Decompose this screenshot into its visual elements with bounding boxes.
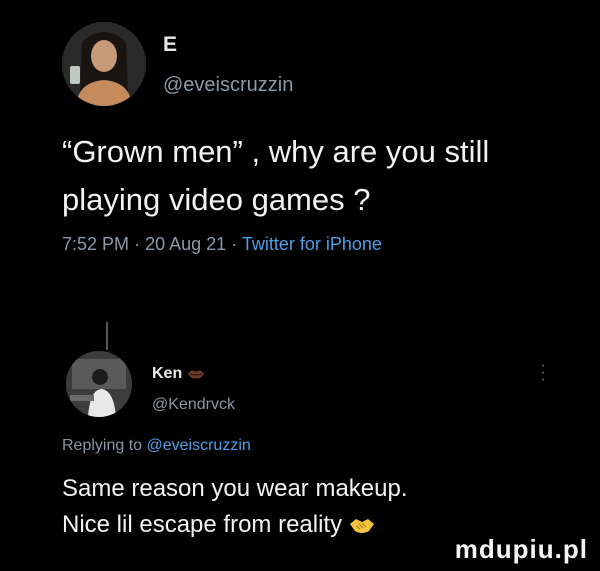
tweet-author-name[interactable]: E [163, 33, 177, 57]
reply-text-line: Same reason you wear makeup. [62, 475, 408, 502]
reply-author-avatar[interactable] [66, 351, 132, 417]
reply-text-line-content: Nice lil escape from reality [62, 511, 343, 538]
more-options-icon[interactable]: · · · [540, 358, 546, 388]
thread-connector-line [106, 322, 108, 350]
lips-emoji-icon [187, 370, 204, 379]
tweet-time[interactable]: 7:52 PM [62, 234, 129, 254]
replying-to-label: Replying to @eveiscruzzin [62, 437, 251, 455]
handshake-emoji-icon [349, 518, 374, 533]
avatar-photo [62, 22, 146, 106]
meta-separator: · [134, 234, 141, 254]
avatar-photo [66, 351, 132, 417]
tweet-author-handle[interactable]: @eveiscruzzin [163, 74, 293, 97]
reply-author-name[interactable]: Ken [152, 365, 205, 383]
tweet-client[interactable]: Twitter for iPhone [242, 234, 382, 254]
meta-separator: · [231, 234, 238, 254]
replying-to-prefix: Replying to [62, 437, 143, 454]
reply-text: Same reason you wear makeup. Nice lil es… [62, 471, 582, 543]
reply-author-name-text: Ken [152, 365, 183, 382]
replying-to-mention[interactable]: @eveiscruzzin [147, 437, 251, 454]
tweet-date[interactable]: 20 Aug 21 [145, 234, 226, 254]
tweet-metadata: 7:52 PM · 20 Aug 21 · Twitter for iPhone [62, 234, 382, 255]
tweet-author-avatar[interactable] [62, 22, 146, 106]
site-watermark: mdupiu.pl [454, 534, 588, 564]
tweet-text: “Grown men” , why are you still playing … [62, 134, 490, 217]
reply-author-handle[interactable]: @Kendrvck [152, 396, 235, 414]
